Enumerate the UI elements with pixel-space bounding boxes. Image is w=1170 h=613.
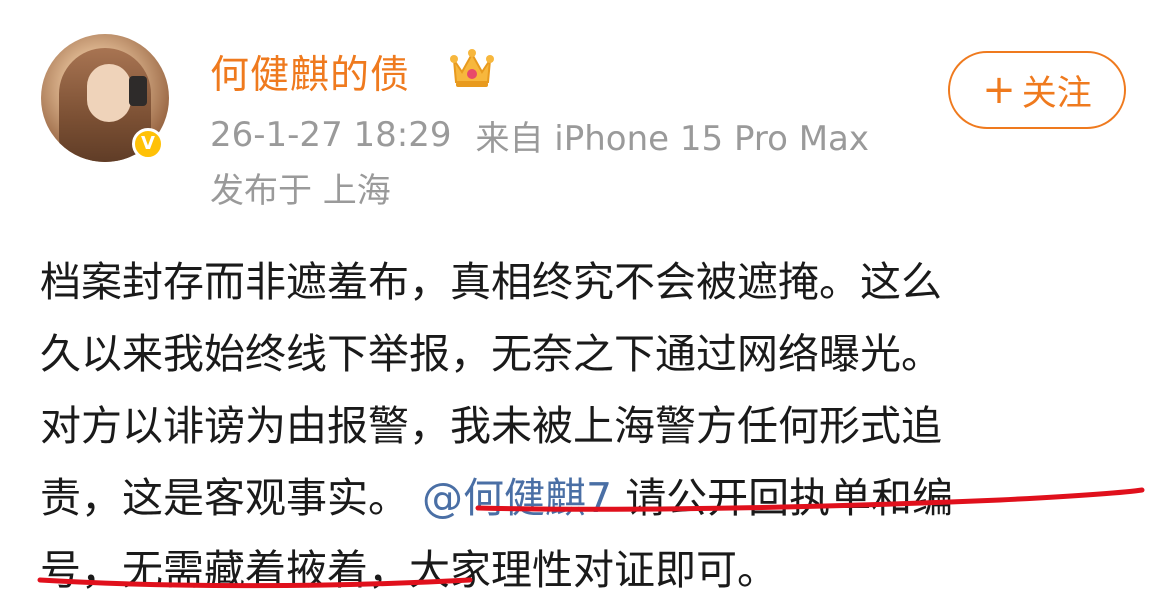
username[interactable]: 何健麒的债	[210, 44, 410, 100]
mention-link[interactable]: @何健麒7	[422, 474, 612, 522]
follow-label: 关注	[1021, 73, 1092, 114]
plus-icon: +	[982, 67, 1016, 113]
crown-icon	[450, 49, 494, 87]
post-text-line: 对方以诽谤为由报警，我未被上海警方任何形式追	[40, 402, 942, 450]
post-meta: 26-1-27 18:29 来自 iPhone 15 Pro Max	[210, 112, 870, 159]
avatar-face	[87, 64, 131, 122]
post-text-segment: 责，这是客观事实。	[40, 474, 409, 522]
post-location: 发布于 上海	[210, 170, 391, 211]
verified-badge-icon: V	[132, 128, 164, 160]
post-source: 来自 iPhone 15 Pro Max	[475, 118, 870, 159]
avatar-phone	[129, 76, 147, 106]
post-text-line: 号，无需藏着掖着，大家理性对证即可。	[40, 546, 778, 594]
post-body: 档案封存而非遮羞布，真相终究不会被遮掩。这么 久以来我始终线下举报，无奈之下通过…	[40, 246, 1130, 606]
post-text-line: 档案封存而非遮羞布，真相终究不会被遮掩。这么	[40, 258, 942, 306]
post-timestamp: 26-1-27 18:29	[210, 115, 452, 155]
post-text-segment: 请公开回执单和编	[625, 474, 954, 522]
follow-button[interactable]: + 关注	[948, 51, 1126, 129]
post-text-line: 责，这是客观事实。 @何健麒7 请公开回执单和编	[40, 462, 1130, 534]
post-text-line: 久以来我始终线下举报，无奈之下通过网络曝光。	[40, 330, 942, 378]
